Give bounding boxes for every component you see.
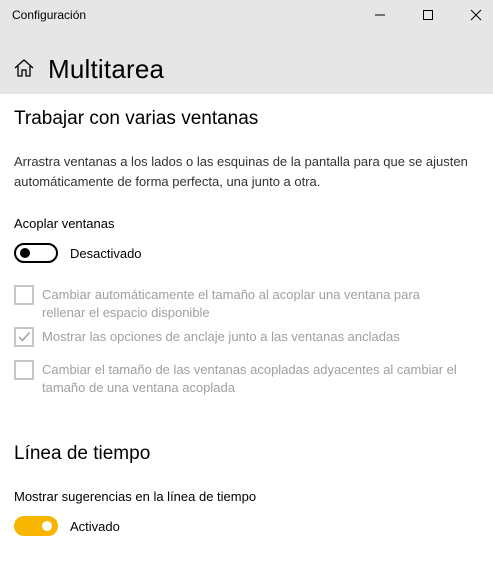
snap-toggle-state: Desactivado (70, 246, 142, 261)
toggle-knob (42, 521, 52, 531)
window-title: Configuración (12, 8, 87, 22)
section-title-snap: Trabajar con varias ventanas (14, 108, 259, 129)
auto-resize-label: Cambiar automáticamente el tamaño al aco… (42, 287, 420, 320)
snap-windows-toggle[interactable] (14, 243, 58, 263)
resize-adjacent-label: Cambiar el tamaño de las ventanas acopla… (42, 362, 457, 395)
snap-description: Arrastra ventanas a los lados o las esqu… (14, 154, 468, 189)
toggle-knob (20, 248, 30, 258)
title-bar: Configuración (0, 0, 493, 30)
snap-toggle-label: Acoplar ventanas (14, 216, 115, 231)
minimize-icon (375, 14, 385, 16)
show-snap-options-label: Mostrar las opciones de anclaje junto a … (42, 329, 400, 344)
close-button[interactable] (453, 0, 493, 30)
timeline-toggle-label: Mostrar sugerencias en la línea de tiemp… (14, 489, 257, 504)
page-header: Multitarea (0, 30, 493, 94)
maximize-button[interactable] (405, 0, 451, 30)
close-icon (470, 9, 482, 21)
checkmark-icon (18, 332, 31, 342)
maximize-icon (423, 10, 433, 20)
home-button[interactable] (14, 59, 34, 82)
timeline-suggestions-toggle[interactable] (14, 516, 58, 536)
minimize-button[interactable] (357, 0, 403, 30)
timeline-toggle-state: Activado (70, 519, 120, 534)
page-title: Multitarea (48, 54, 165, 84)
home-icon (14, 59, 34, 77)
section-title-timeline: Línea de tiempo (14, 443, 151, 464)
auto-resize-checkbox[interactable] (14, 285, 34, 305)
resize-adjacent-checkbox[interactable] (14, 360, 34, 380)
show-snap-options-checkbox[interactable] (14, 327, 34, 347)
